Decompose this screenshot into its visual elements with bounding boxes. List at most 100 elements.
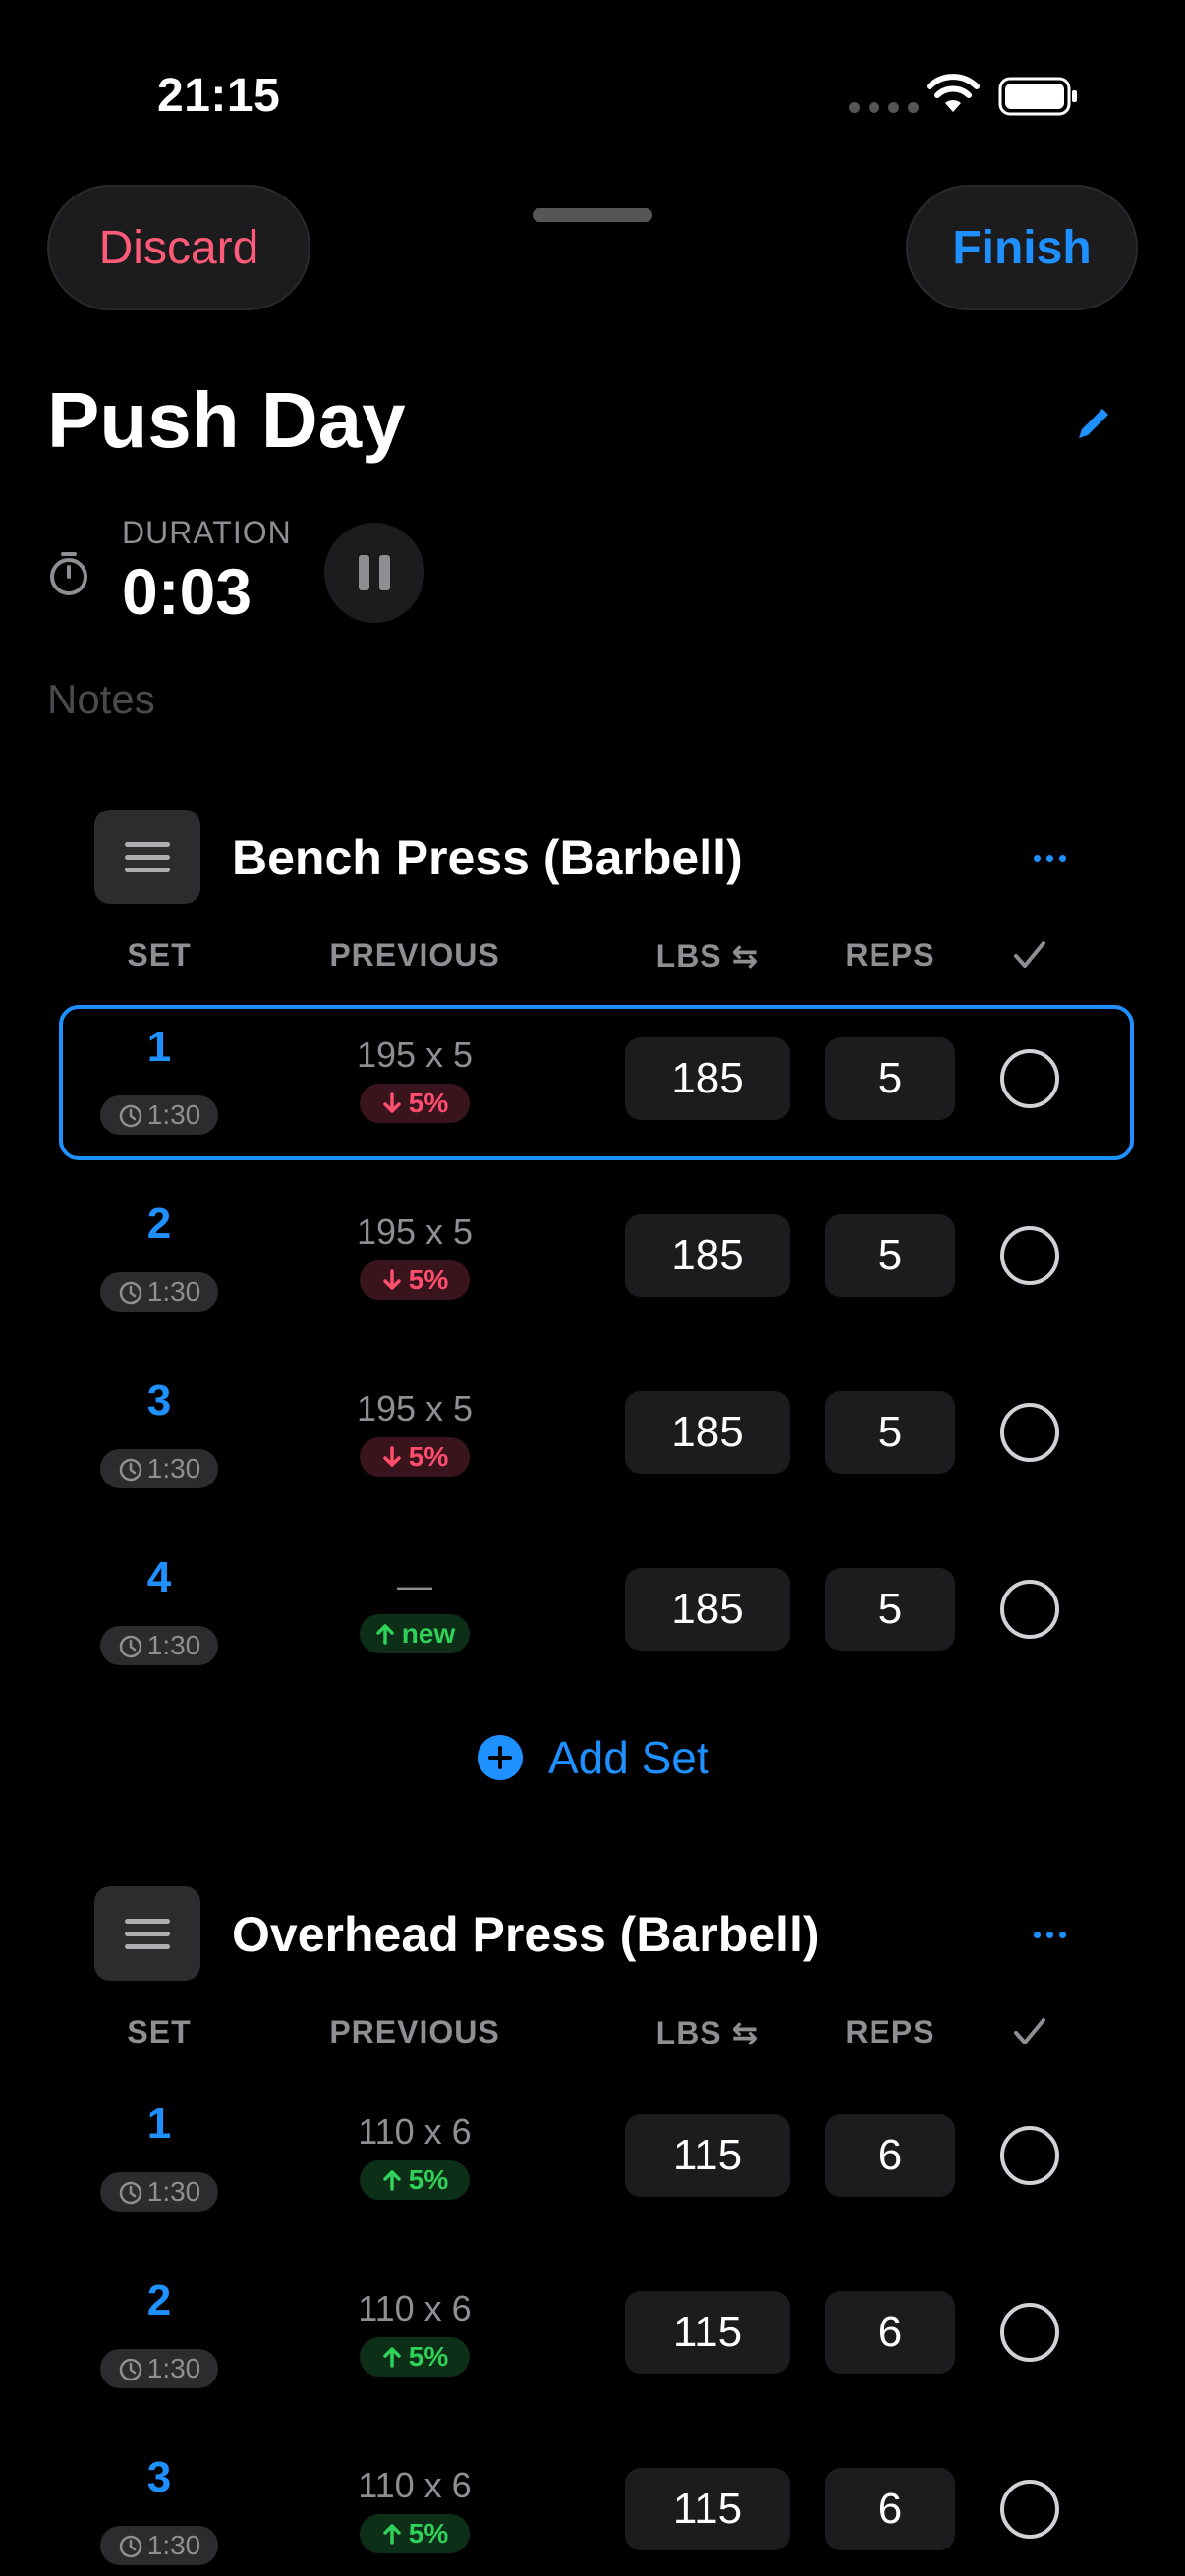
rest-time: 1:30 <box>146 1276 201 1307</box>
set-row: 2 1:30 110 x 6 5% 115 6 <box>0 2259 1185 2406</box>
previous-value[interactable]: 110 x 6 <box>316 2111 513 2153</box>
reps-input[interactable]: 5 <box>825 1037 955 1120</box>
more-icon[interactable] <box>1034 855 1066 862</box>
weight-input[interactable]: 115 <box>625 2114 790 2197</box>
rest-time: 1:30 <box>146 2176 201 2207</box>
rest-time: 1:30 <box>146 1630 201 1660</box>
set-row: 2 1:30 195 x 5 5% 185 5 <box>0 1182 1185 1329</box>
set-number[interactable]: 1 <box>98 2100 220 2149</box>
exercise-title[interactable]: Bench Press (Barbell) <box>232 829 743 886</box>
duration-value: 0:03 <box>122 555 253 628</box>
cellular-icon <box>849 102 919 113</box>
status-time: 21:15 <box>157 70 281 122</box>
delta-value: 5% <box>408 1088 449 1118</box>
weight-input[interactable]: 115 <box>625 2468 790 2550</box>
more-icon[interactable] <box>1034 1932 1066 1938</box>
previous-value[interactable]: 195 x 5 <box>316 1035 513 1076</box>
set-row: 1 1:30 110 x 6 5% 115 6 <box>0 2082 1185 2229</box>
set-number[interactable]: 2 <box>98 1200 220 1249</box>
reps-input[interactable]: 6 <box>825 2114 955 2197</box>
add-set-button[interactable]: Add Set <box>478 1731 709 1784</box>
weight-input[interactable]: 185 <box>625 1037 790 1120</box>
rest-timer-pill[interactable]: 1:30 <box>100 1272 218 1312</box>
rest-timer-pill[interactable]: 1:30 <box>100 1095 218 1135</box>
previous-value[interactable]: 110 x 6 <box>316 2288 513 2329</box>
delta-badge: 5% <box>360 1437 470 1477</box>
delta-badge: 5% <box>360 2337 470 2377</box>
finish-button[interactable]: Finish <box>906 185 1138 310</box>
column-previous: PREVIOUS <box>329 937 500 973</box>
column-lbs[interactable]: LBS ⇆ <box>625 2014 790 2051</box>
delta-value: 5% <box>408 2518 449 2548</box>
weight-input[interactable]: 185 <box>625 1568 790 1651</box>
set-number[interactable]: 2 <box>98 2276 220 2325</box>
arrow-up-icon <box>383 2347 401 2368</box>
timer-icon <box>119 1458 141 1482</box>
arrow-down-icon <box>383 1269 401 1290</box>
discard-button[interactable]: Discard <box>47 185 310 310</box>
column-previous: PREVIOUS <box>329 2014 500 2049</box>
reps-input[interactable]: 6 <box>825 2468 955 2550</box>
delta-badge: 5% <box>360 1260 470 1300</box>
set-row: 3 1:30 110 x 6 5% 115 6 <box>0 2436 1185 2576</box>
timer-icon <box>119 1281 141 1305</box>
arrow-up-icon <box>383 2524 401 2545</box>
rest-timer-pill[interactable]: 1:30 <box>100 2349 218 2388</box>
sheet-grabber[interactable] <box>533 208 652 222</box>
complete-set-checkbox[interactable] <box>1000 2126 1059 2185</box>
column-set: SET <box>127 937 192 973</box>
arrow-down-icon <box>383 1092 401 1113</box>
drag-handle-icon[interactable] <box>94 1886 200 1981</box>
delta-badge: 5% <box>360 1084 470 1123</box>
rest-timer-pill[interactable]: 1:30 <box>100 2172 218 2212</box>
reps-input[interactable]: 6 <box>825 2291 955 2374</box>
complete-set-checkbox[interactable] <box>1000 2480 1059 2539</box>
drag-handle-icon[interactable] <box>94 810 200 904</box>
previous-value[interactable]: 110 x 6 <box>316 2465 513 2506</box>
rest-timer-pill[interactable]: 1:30 <box>100 1626 218 1665</box>
timer-icon <box>119 2358 141 2381</box>
set-number[interactable]: 3 <box>98 1376 220 1426</box>
delta-value: 5% <box>408 1441 449 1472</box>
column-reps: REPS <box>845 937 935 973</box>
complete-set-checkbox[interactable] <box>1000 1580 1059 1639</box>
weight-input[interactable]: 115 <box>625 2291 790 2374</box>
rest-time: 1:30 <box>146 2353 201 2383</box>
rest-timer-pill[interactable]: 1:30 <box>100 2526 218 2565</box>
rest-timer-pill[interactable]: 1:30 <box>100 1449 218 1488</box>
set-number[interactable]: 3 <box>98 2453 220 2502</box>
previous-value[interactable]: 195 x 5 <box>316 1211 513 1253</box>
pause-button[interactable] <box>324 523 424 623</box>
wifi-icon <box>927 74 980 112</box>
set-number[interactable]: 1 <box>98 1023 220 1072</box>
arrow-down-icon <box>383 1446 401 1467</box>
add-set-label: Add Set <box>548 1732 709 1783</box>
previous-value[interactable]: 195 x 5 <box>316 1388 513 1429</box>
reps-input[interactable]: 5 <box>825 1568 955 1651</box>
complete-set-checkbox[interactable] <box>1000 1049 1059 1108</box>
checkmark-icon <box>1014 2018 1045 2044</box>
set-row: 4 1:30 — new 185 5 <box>0 1536 1185 1683</box>
column-set: SET <box>127 2014 192 2049</box>
exercise-title[interactable]: Overhead Press (Barbell) <box>232 1906 819 1963</box>
complete-set-checkbox[interactable] <box>1000 1226 1059 1285</box>
notes-field[interactable]: Notes <box>47 676 155 723</box>
complete-set-checkbox[interactable] <box>1000 2303 1059 2362</box>
timer-icon <box>119 2535 141 2558</box>
reps-input[interactable]: 5 <box>825 1214 955 1297</box>
battery-icon <box>998 77 1077 116</box>
set-number[interactable]: 4 <box>98 1553 220 1602</box>
previous-value[interactable]: — <box>316 1565 513 1606</box>
workout-title: Push Day <box>47 376 406 464</box>
column-lbs[interactable]: LBS ⇆ <box>625 937 790 975</box>
pencil-icon[interactable] <box>1073 401 1116 444</box>
timer-icon <box>119 2181 141 2205</box>
weight-input[interactable]: 185 <box>625 1214 790 1297</box>
delta-badge: 5% <box>360 2514 470 2553</box>
duration-label: DURATION <box>122 515 292 550</box>
complete-set-checkbox[interactable] <box>1000 1403 1059 1462</box>
delta-value: 5% <box>408 2164 449 2195</box>
delta-value: 5% <box>408 1264 449 1295</box>
weight-input[interactable]: 185 <box>625 1391 790 1474</box>
reps-input[interactable]: 5 <box>825 1391 955 1474</box>
